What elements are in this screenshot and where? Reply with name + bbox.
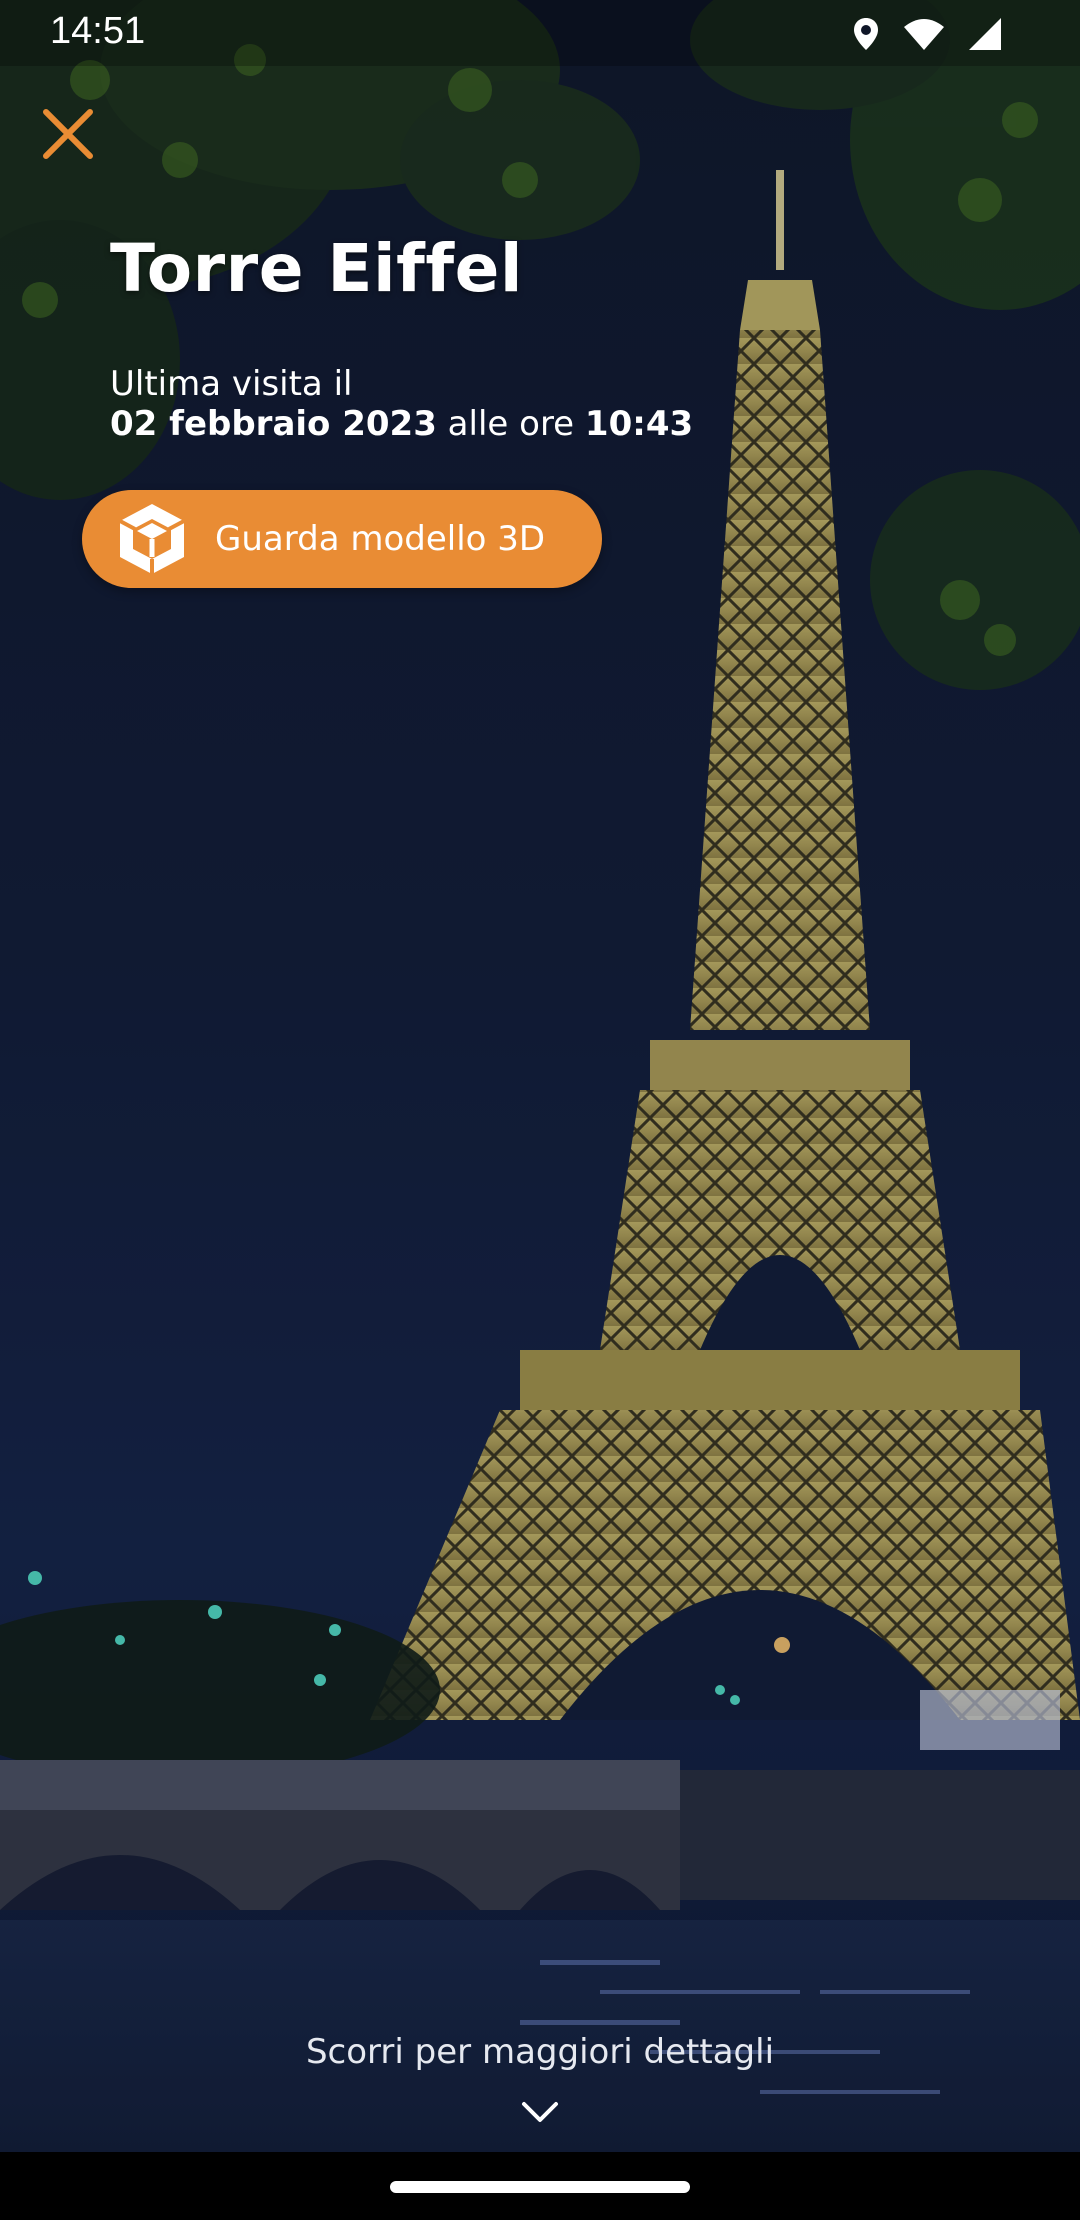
wifi-icon <box>904 19 944 50</box>
home-indicator[interactable] <box>390 2181 690 2193</box>
last-visit-connector: alle ore <box>436 404 585 444</box>
detail-screen: 14:51 Torre Eiffel Ultima visita il 02 f… <box>0 0 1080 2220</box>
scroll-hint: Scorri per maggiori dettagli <box>305 2032 775 2072</box>
eiffel-tower-photo <box>0 0 1080 2220</box>
cube-3d-icon <box>119 504 185 574</box>
last-visit-datetime: 02 febbraio 2023 alle ore 10:43 <box>110 404 693 444</box>
last-visit-time: 10:43 <box>584 404 694 444</box>
location-icon <box>854 18 878 50</box>
chevron-down-icon[interactable] <box>520 2100 560 2124</box>
close-icon[interactable] <box>40 106 96 162</box>
signal-icon <box>969 18 1001 50</box>
last-visit-label: Ultima visita il <box>110 364 353 404</box>
view-3d-model-button[interactable]: Guarda modello 3D <box>82 490 602 588</box>
status-icons <box>852 14 1002 54</box>
view-3d-model-label: Guarda modello 3D <box>215 519 546 559</box>
last-visit-date: 02 febbraio 2023 <box>110 404 437 444</box>
status-time: 14:51 <box>50 10 146 52</box>
page-title: Torre Eiffel <box>110 230 523 307</box>
status-bar: 14:51 <box>0 0 1080 66</box>
